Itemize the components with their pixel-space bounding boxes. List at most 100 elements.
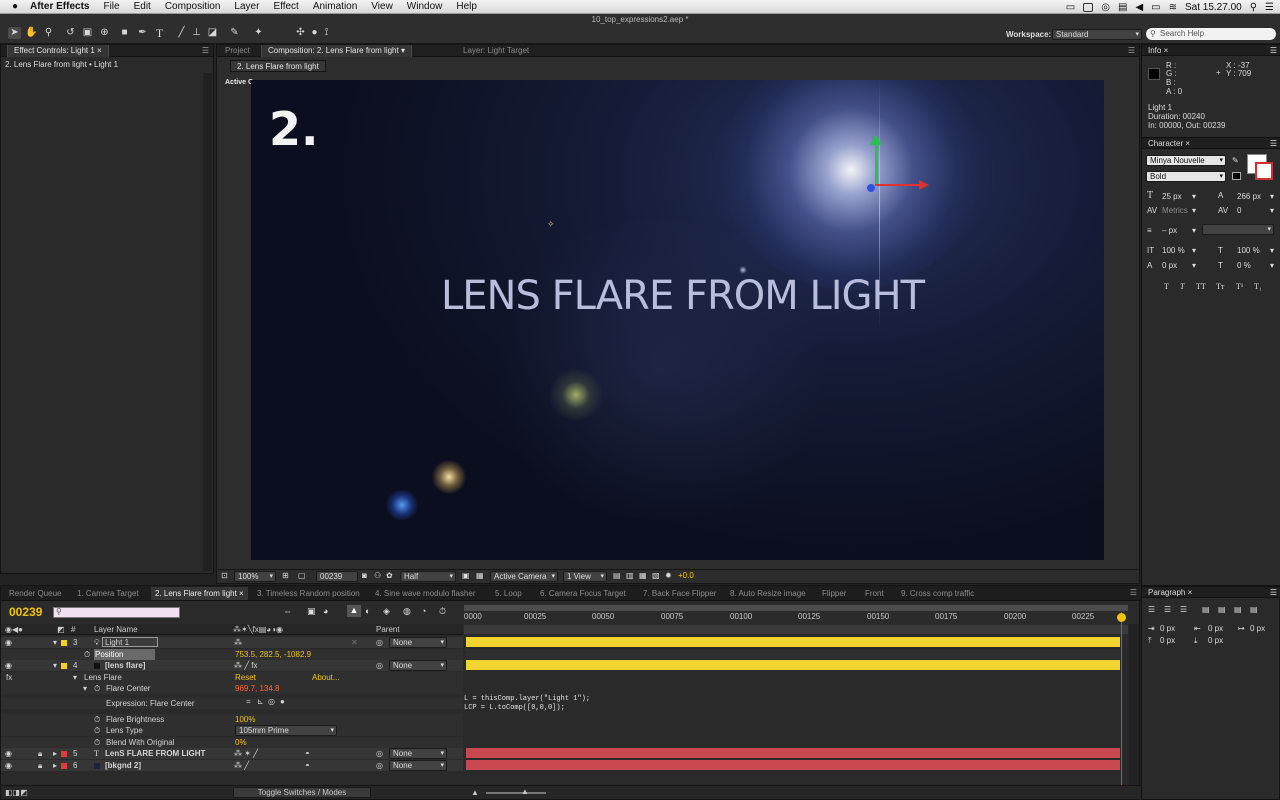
comp-title-text[interactable]: LENS FLARE FROM LIGHT — [441, 273, 925, 319]
rectangle-tool-icon[interactable]: ■ — [118, 27, 131, 39]
layer-name[interactable]: LenS FLARE FROM LIGHT — [105, 748, 205, 759]
justify-right-icon[interactable]: ▤ — [1234, 605, 1242, 614]
camera-dropdown[interactable]: Active Camera ▾ — [490, 571, 558, 582]
effect-name[interactable]: Lens Flare — [84, 672, 122, 683]
collapse-chevron-icon[interactable]: ▾ — [53, 660, 57, 671]
layer-switches-icon[interactable]: ⁂ ✶ ╱ — [234, 748, 258, 759]
tab-camera-target[interactable]: 1. Camera Target — [75, 587, 141, 600]
track-bar-text[interactable] — [466, 748, 1120, 758]
indent-right-value[interactable]: 0 px — [1208, 624, 1223, 633]
view-axis-icon[interactable]: ⟟ — [320, 27, 333, 39]
layer-row-bkgnd[interactable]: ◉ 🔒︎ ▸ 6 [bkgnd 2] ⁂ ╱ ◓ ◎ None ▾ — [1, 760, 463, 771]
tab-back-face[interactable]: 7. Back Face Flipper — [641, 587, 718, 600]
draft-3d-icon[interactable]: ▣ — [307, 606, 316, 617]
subscript-button[interactable]: T₁ — [1254, 282, 1262, 291]
tab-auto-resize[interactable]: 8. Auto Resize image — [728, 587, 808, 600]
menu-view[interactable]: View — [371, 1, 393, 12]
close-icon[interactable]: × — [1185, 139, 1190, 148]
collapse-chevron-icon[interactable]: ▾ — [83, 683, 87, 694]
timeline-scrollbar[interactable] — [1129, 624, 1139, 786]
fx-icon[interactable]: fx — [6, 672, 12, 683]
chevron-down-icon[interactable]: ▾ — [1270, 246, 1274, 255]
timeline-current-time[interactable]: 00239 — [9, 605, 42, 619]
sync-icon[interactable]: ◎ — [1101, 2, 1110, 13]
lock-icon[interactable]: 🔒︎ — [38, 760, 42, 771]
expand-chevron-icon[interactable]: ▸ — [53, 760, 57, 771]
layer-row-text[interactable]: ◉ 🔒︎ ▸ 5 T LenS FLARE FROM LIGHT ⁂ ✶ ╱ ◓… — [1, 748, 463, 759]
wifi-icon[interactable]: ≋ — [1169, 2, 1177, 13]
spotlight-icon[interactable]: ⚲ — [1250, 2, 1257, 13]
apple-icon[interactable]: ● — [0, 1, 30, 12]
layer-name[interactable]: [bkgnd 2] — [105, 760, 141, 771]
snapshot-icon[interactable]: ◙ — [362, 571, 367, 581]
effect-controls-scrollbar[interactable] — [203, 73, 212, 571]
eraser-tool-icon[interactable]: ◪ — [206, 27, 219, 39]
chevron-down-icon[interactable]: ▾ — [1192, 246, 1196, 255]
stopwatch-icon[interactable]: ⏱ — [84, 649, 90, 660]
about-link[interactable]: About... — [312, 672, 340, 683]
stroke-style-dropdown[interactable]: ▾ — [1202, 224, 1274, 235]
tab-info[interactable]: Info — [1148, 46, 1161, 55]
leading-value[interactable]: 266 px — [1237, 192, 1261, 201]
stopwatch-icon[interactable]: ⏱ — [94, 737, 100, 748]
layer-name-header[interactable]: Layer Name — [94, 625, 138, 634]
indent-first-value[interactable]: 0 px — [1250, 624, 1265, 633]
flare-brightness-value[interactable]: 100% — [235, 714, 255, 725]
justify-center-icon[interactable]: ▤ — [1218, 605, 1226, 614]
zoom-out-icon[interactable]: ▲ — [471, 788, 479, 797]
close-icon[interactable]: × — [239, 589, 244, 598]
window-icon[interactable] — [1083, 2, 1094, 12]
align-center-icon[interactable]: ☰ — [1164, 605, 1171, 614]
close-icon[interactable]: × — [97, 46, 102, 55]
rotate-tool-icon[interactable]: ↺ — [64, 27, 77, 39]
puppet-tool-icon[interactable]: ✦ — [252, 27, 265, 39]
axis-mode-icon[interactable]: ✣ — [294, 27, 307, 39]
close-icon[interactable]: × — [1164, 46, 1169, 55]
black-swatch[interactable] — [1232, 172, 1241, 180]
expression-pickwhip-icon[interactable]: ◎ — [268, 696, 275, 707]
menu-app-name[interactable]: After Effects — [30, 1, 89, 12]
stroke-color-swatch[interactable] — [1255, 162, 1273, 180]
transparency-grid-icon[interactable]: ▦ — [476, 571, 484, 581]
3d-layer-icon[interactable]: ◓ — [305, 760, 310, 771]
space-before-value[interactable]: 0 px — [1160, 636, 1175, 645]
zoom-dropdown[interactable]: 100% ▾ — [234, 571, 276, 582]
align-left-icon[interactable]: ☰ — [1148, 605, 1155, 614]
zoom-in-icon[interactable]: ▲ — [521, 787, 529, 796]
chevron-down-icon[interactable]: ▾ — [1270, 261, 1274, 270]
brainstorm-icon[interactable]: ◈ — [383, 606, 390, 617]
tab-sine-wave[interactable]: 4. Sine wave modulo flasher — [373, 587, 478, 600]
timeline-icon[interactable]: ▦ — [639, 571, 647, 581]
selection-tool-icon[interactable]: ➤ — [8, 27, 21, 39]
expand-chevron-icon[interactable]: ▸ — [53, 748, 57, 759]
align-right-icon[interactable]: ☰ — [1180, 605, 1187, 614]
pickwhip-icon[interactable]: ◎ — [376, 637, 383, 648]
expression-enable-icon[interactable]: = — [246, 696, 251, 707]
track-bar-light-1[interactable] — [466, 637, 1120, 647]
parent-dropdown[interactable]: None ▾ — [389, 637, 447, 648]
pickwhip-icon[interactable]: ◎ — [376, 660, 383, 671]
faux-italic-button[interactable]: T — [1180, 282, 1184, 291]
menu-window[interactable]: Window — [407, 1, 443, 12]
region-icon[interactable]: ▣ — [462, 571, 470, 581]
layer-row-light-1[interactable]: ◉ ▾ 3 💡︎ Light 1 ⁂ ✕ ◎ None ▾ — [1, 637, 463, 648]
stopwatch-icon[interactable]: ⏱ — [94, 714, 100, 725]
workspace-dropdown[interactable]: Standard ▾ — [1052, 29, 1142, 40]
layer-name[interactable]: Light 1 — [102, 637, 159, 647]
panel-menu-icon[interactable]: ☰ — [1270, 45, 1277, 57]
small-caps-button[interactable]: Tт — [1216, 282, 1224, 291]
property-name[interactable]: Blend With Original — [106, 737, 174, 748]
comp-subtab[interactable]: 2. Lens Flare from light — [230, 60, 326, 72]
stopwatch-icon[interactable]: ⏱ — [94, 725, 100, 736]
flare-center-value[interactable]: 969.7, 134.8 — [235, 683, 279, 694]
chevron-down-icon[interactable]: ▾ — [1192, 226, 1196, 235]
expression-row[interactable]: Expression: Flare Center = ⊾ ◎ ● — [1, 696, 463, 709]
font-style-dropdown[interactable]: Bold ▾ — [1146, 171, 1226, 182]
parent-dropdown[interactable]: None ▾ — [389, 748, 447, 759]
chevron-down-icon[interactable]: ▾ — [1192, 192, 1196, 201]
menu-edit[interactable]: Edit — [134, 1, 151, 12]
pan-behind-tool-icon[interactable]: ⊕ — [98, 27, 111, 39]
chevron-down-icon[interactable]: ▾ — [1270, 192, 1274, 201]
property-name[interactable]: Position — [94, 649, 156, 660]
label-swatch-yellow[interactable] — [61, 640, 67, 646]
